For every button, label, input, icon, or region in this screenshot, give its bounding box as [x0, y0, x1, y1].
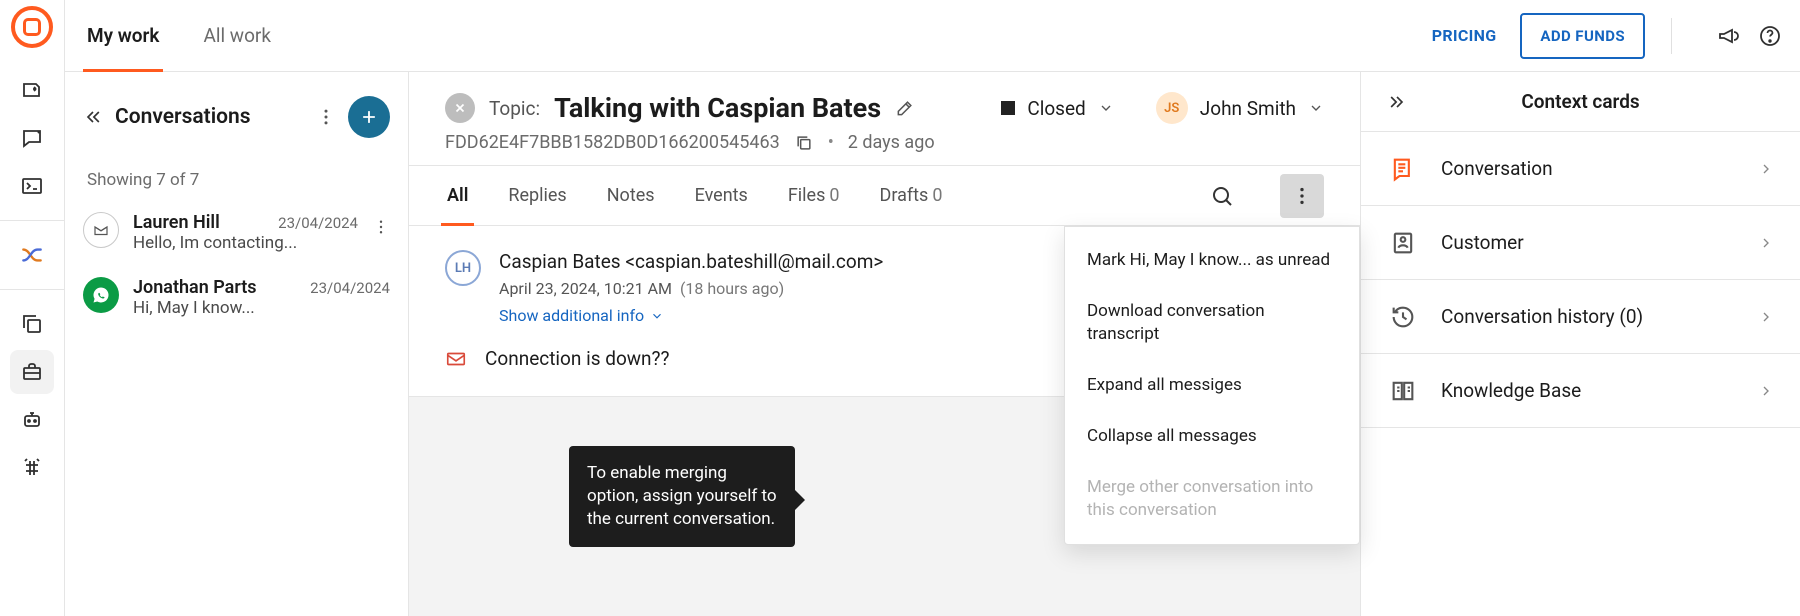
chevron-right-icon	[1758, 161, 1774, 177]
conversation-list-title: Conversations	[115, 105, 304, 129]
conversation-menu: Mark Hi, May I know... as unread Downloa…	[1064, 226, 1360, 545]
message-timestamp: April 23, 2024, 10:21 AM	[499, 279, 672, 298]
bot-icon[interactable]	[10, 398, 54, 442]
item-date: 23/04/2024	[278, 214, 358, 232]
show-additional-info[interactable]: Show additional info	[499, 306, 883, 325]
pricing-link[interactable]: PRICING	[1432, 26, 1497, 45]
chevron-right-icon	[1758, 309, 1774, 325]
terminal-icon[interactable]	[10, 164, 54, 208]
filter-tab-events[interactable]: Events	[693, 166, 750, 225]
contact-name: Jonathan Parts	[133, 277, 302, 298]
card-label: Customer	[1441, 231, 1736, 254]
card-knowledge[interactable]: Knowledge Base	[1361, 354, 1800, 428]
menu-collapse-all[interactable]: Collapse all messages	[1065, 411, 1359, 462]
filter-tab-replies[interactable]: Replies	[506, 166, 568, 225]
menu-merge: Merge other conversation into this conve…	[1065, 462, 1359, 536]
card-customer[interactable]: Customer	[1361, 206, 1800, 280]
card-label: Conversation history (0)	[1441, 305, 1736, 328]
knowledge-card-icon	[1387, 377, 1419, 405]
assignee-avatar: JS	[1156, 92, 1188, 124]
list-more-icon[interactable]	[316, 107, 336, 127]
topic-label: Topic:	[489, 97, 540, 120]
chat-alert-icon[interactable]	[10, 116, 54, 160]
list-item[interactable]: Lauren Hill 23/04/2024 Hello, Im contact…	[65, 200, 408, 265]
card-conversation[interactable]: Conversation	[1361, 132, 1800, 206]
filter-tab-all[interactable]: All	[445, 166, 470, 225]
email-channel-icon	[83, 212, 119, 248]
briefcase-icon[interactable]	[10, 350, 54, 394]
menu-expand-all[interactable]: Expand all messiges	[1065, 360, 1359, 411]
new-conversation-button[interactable]	[348, 96, 390, 138]
customer-card-icon	[1387, 229, 1419, 257]
item-more-icon[interactable]	[372, 212, 390, 236]
app-logo[interactable]	[11, 6, 53, 48]
card-label: Knowledge Base	[1441, 379, 1736, 402]
whatsapp-channel-icon	[83, 277, 119, 313]
edit-topic-icon[interactable]	[895, 98, 915, 118]
app-iconbar	[0, 0, 65, 616]
message-relative-time: (18 hours ago)	[680, 279, 784, 298]
contact-name: Lauren Hill	[133, 212, 270, 233]
sender-avatar: LH	[445, 250, 481, 286]
item-preview: Hi, May I know...	[133, 298, 390, 318]
item-date: 23/04/2024	[310, 279, 390, 297]
search-icon[interactable]	[1200, 174, 1244, 218]
topic-title: Talking with Caspian Bates	[554, 92, 881, 124]
filter-tab-drafts[interactable]: Drafts0	[878, 166, 945, 225]
context-cards-panel: Context cards Conversation Customer	[1360, 72, 1800, 616]
shuffle-icon[interactable]	[10, 233, 54, 277]
outbox-icon[interactable]	[10, 68, 54, 112]
hash-icon[interactable]	[10, 446, 54, 490]
menu-mark-unread[interactable]: Mark Hi, May I know... as unread	[1065, 235, 1359, 286]
message-subject: Connection is down??	[485, 347, 670, 370]
card-history[interactable]: Conversation history (0)	[1361, 280, 1800, 354]
assignee-name: John Smith	[1200, 97, 1296, 120]
chevron-right-icon	[1758, 235, 1774, 251]
history-card-icon	[1387, 303, 1419, 331]
chevron-right-icon	[1758, 383, 1774, 399]
tab-my-work[interactable]: My work	[83, 0, 163, 71]
tab-all-work[interactable]: All work	[199, 0, 275, 71]
menu-download-transcript[interactable]: Download conversation transcript	[1065, 286, 1359, 360]
assignee-dropdown[interactable]: JS John Smith	[1156, 92, 1324, 124]
merge-tooltip: To enable merging option, assign yoursel…	[569, 446, 795, 547]
conversation-list: Conversations Showing 7 of 7 Lauren Hill…	[65, 72, 409, 616]
collapse-list-icon[interactable]	[83, 107, 103, 127]
filter-tab-files[interactable]: Files0	[786, 166, 842, 225]
help-icon[interactable]	[1758, 24, 1782, 48]
conversation-card-icon	[1387, 155, 1419, 183]
conversation-id: FDD62E4F7BBB1582DB0D166200545463	[445, 132, 780, 153]
conversation-age: 2 days ago	[848, 132, 935, 153]
status-text: Closed	[1027, 97, 1085, 120]
conversation-menu-icon[interactable]	[1280, 174, 1324, 218]
card-label: Conversation	[1441, 157, 1736, 180]
chevron-down-icon	[1308, 100, 1324, 116]
announcements-icon[interactable]	[1716, 24, 1740, 48]
add-funds-button[interactable]: ADD FUNDS	[1520, 13, 1645, 59]
list-item[interactable]: Jonathan Parts 23/04/2024 Hi, May I know…	[65, 265, 408, 330]
topbar: My work All work PRICING ADD FUNDS	[65, 0, 1800, 72]
filter-tab-notes[interactable]: Notes	[605, 166, 657, 225]
close-conversation-icon[interactable]	[445, 93, 475, 123]
collapse-panel-icon[interactable]	[1387, 92, 1407, 112]
item-preview: Hello, Im contacting...	[133, 233, 358, 253]
status-closed-icon	[1001, 101, 1015, 115]
mail-icon	[445, 348, 467, 370]
message-filter-tabs: All Replies Notes Events Files0 Drafts0	[409, 166, 1360, 226]
status-dropdown[interactable]: Closed	[1001, 97, 1113, 120]
message-from: Caspian Bates <caspian.bateshill@mail.co…	[499, 250, 883, 273]
copy-id-icon[interactable]	[794, 133, 814, 153]
context-cards-title: Context cards	[1425, 90, 1736, 113]
showing-count: Showing 7 of 7	[65, 156, 408, 200]
chevron-down-icon	[1098, 100, 1114, 116]
conversation-view: Topic: Talking with Caspian Bates Closed…	[409, 72, 1360, 616]
copy-icon[interactable]	[10, 302, 54, 346]
